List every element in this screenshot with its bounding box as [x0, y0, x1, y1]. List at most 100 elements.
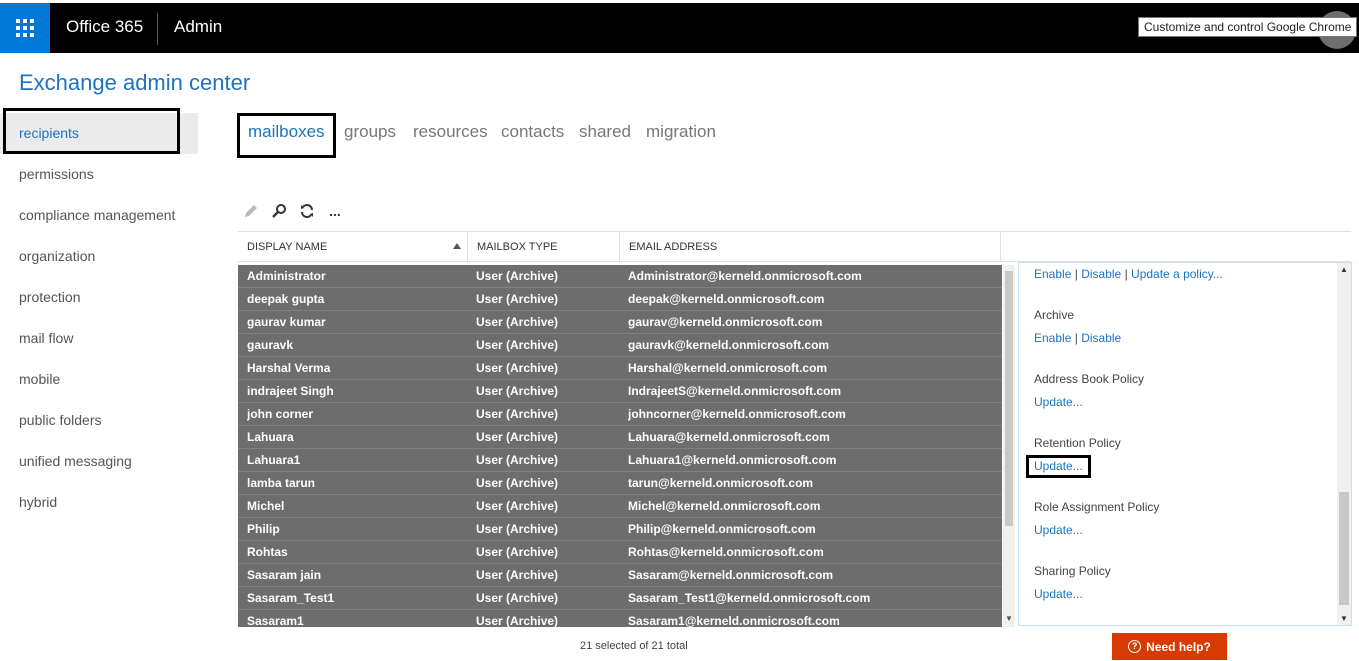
display-name-cell: deepak gupta	[247, 292, 325, 306]
email-address-cell: Philip@kerneld.onmicrosoft.com	[628, 522, 816, 536]
column-email-address[interactable]: EMAIL ADDRESS	[620, 232, 1001, 262]
details-pane: Enable | Disable | Update a policy... Ar…	[1018, 262, 1352, 626]
email-address-cell: Administrator@kerneld.onmicrosoft.com	[628, 269, 862, 283]
email-address-cell: IndrajeetS@kerneld.onmicrosoft.com	[628, 384, 842, 398]
sidebar-item-organization[interactable]: organization	[0, 236, 198, 277]
scroll-up-icon[interactable]: ▲	[1340, 265, 1348, 274]
sidebar-item-mobile[interactable]: mobile	[0, 359, 198, 400]
role-assignment-policy-label: Role Assignment Policy	[1034, 500, 1160, 514]
display-name-cell: Philip	[247, 522, 280, 536]
chrome-tooltip: Customize and control Google Chrome	[1138, 17, 1358, 37]
sidebar-item-permissions[interactable]: permissions	[0, 154, 198, 195]
selection-count: 21 selected of 21 total	[580, 640, 688, 652]
role-assignment-update-link[interactable]: Update...	[1034, 523, 1083, 537]
scroll-down-icon[interactable]: ▼	[1340, 614, 1348, 623]
mailbox-type-cell: User (Archive)	[476, 453, 559, 467]
top-bar: Office 365 Admin Customize and control G…	[0, 0, 1359, 53]
table-row[interactable]: john corner User (Archive) johncorner@kern…	[238, 403, 1002, 426]
email-address-cell: Sasaram@kerneld.onmicrosoft.com	[628, 568, 834, 582]
display-name-cell: lamba tarun	[247, 476, 316, 490]
table-scrollbar[interactable]: ▼	[1003, 265, 1015, 627]
enable-link[interactable]: Enable	[1034, 267, 1071, 281]
sidebar-item-recipients[interactable]: recipients	[0, 113, 198, 154]
mailbox-type-cell: User (Archive)	[476, 384, 559, 398]
search-icon[interactable]	[268, 200, 290, 222]
table-row[interactable]: Administrator User (Archive) Administrator…	[238, 265, 1002, 288]
display-name-cell: Michel	[247, 499, 285, 513]
table-row[interactable]: Rohtas User (Archive) Rohtas@kerneld.onmic…	[238, 541, 1002, 564]
table-row[interactable]: Lahuara User (Archive) Lahuara@kerneld.onm…	[238, 426, 1002, 449]
sidebar-item-protection[interactable]: protection	[0, 277, 198, 318]
mailbox-type-cell: User (Archive)	[476, 361, 559, 375]
details-scrollbar[interactable]: ▲ ▼	[1337, 263, 1351, 625]
archive-links: Enable | Disable	[1034, 331, 1121, 345]
mailbox-type-cell: User (Archive)	[476, 499, 559, 513]
email-address-cell: tarun@kerneld.onmicrosoft.com	[628, 476, 814, 490]
disable-link[interactable]: Disable	[1081, 267, 1121, 281]
display-name-cell: Lahuara	[247, 430, 294, 444]
sidebar-item-hybrid[interactable]: hybrid	[0, 482, 198, 523]
column-mailbox-type[interactable]: MAILBOX TYPE	[468, 232, 620, 262]
waffle-icon	[16, 19, 34, 37]
display-name-cell: Rohtas	[247, 545, 288, 559]
separator: |	[1074, 331, 1078, 345]
details-scrollbar-thumb[interactable]	[1339, 492, 1349, 605]
office365-brand[interactable]: Office 365	[66, 17, 143, 37]
mailbox-type-cell: User (Archive)	[476, 568, 559, 582]
tab-mailboxes[interactable]: mailboxes	[248, 122, 325, 142]
email-address-cell: Harshal@kerneld.onmicrosoft.com	[628, 361, 828, 375]
table-row[interactable]: Sasaram1 User (Archive) Sasaram1@kerneld.o…	[238, 610, 1002, 627]
display-name-cell: indrajeet Singh	[247, 384, 334, 398]
admin-link[interactable]: Admin	[174, 17, 222, 37]
scroll-down-icon[interactable]: ▼	[1005, 614, 1013, 623]
more-icon[interactable]: ...	[324, 200, 346, 222]
mailbox-type-cell: User (Archive)	[476, 292, 559, 306]
table-header: DISPLAY NAME MAILBOX TYPE EMAIL ADDRESS	[238, 231, 1351, 262]
pencil-icon[interactable]	[240, 200, 262, 222]
archive-disable-link[interactable]: Disable	[1081, 331, 1121, 345]
sharing-update-link[interactable]: Update...	[1034, 587, 1083, 601]
table-row[interactable]: indrajeet Singh User (Archive) IndrajeetS@…	[238, 380, 1002, 403]
table-row[interactable]: lamba tarun User (Archive) tarun@kerneld.o…	[238, 472, 1002, 495]
table-row[interactable]: Sasaram_Test1 User (Archive) Sasaram_Test1…	[238, 587, 1002, 610]
sidebar-item-unified-messaging[interactable]: unified messaging	[0, 441, 198, 482]
tab-groups[interactable]: groups	[344, 122, 396, 142]
need-help-label: Need help?	[1146, 639, 1211, 654]
need-help-button[interactable]: ? Need help?	[1112, 633, 1227, 660]
table-row[interactable]: Harshal Verma User (Archive) Harshal@kerne…	[238, 357, 1002, 380]
display-name-cell: Harshal Verma	[247, 361, 331, 375]
table-row[interactable]: Philip User (Archive) Philip@kerneld.onmic…	[238, 518, 1002, 541]
address-book-policy-label: Address Book Policy	[1034, 372, 1145, 386]
table-row[interactable]: gauravk User (Archive) gauravk@kerneld.onm…	[238, 334, 1002, 357]
help-icon: ?	[1128, 640, 1142, 653]
retention-update-link[interactable]: Update...	[1034, 459, 1083, 473]
email-address-cell: Lahuara1@kerneld.onmicrosoft.com	[628, 453, 837, 467]
table-row[interactable]: Sasaram jain User (Archive) Sasaram@kernel…	[238, 564, 1002, 587]
sidebar-item-public-folders[interactable]: public folders	[0, 400, 198, 441]
update-policy-link[interactable]: Update a policy...	[1131, 267, 1223, 281]
mailbox-type-cell: User (Archive)	[476, 338, 559, 352]
email-address-cell: Sasaram_Test1@kerneld.onmicrosoft.com	[628, 591, 871, 605]
app-launcher-button[interactable]	[0, 3, 50, 53]
address-book-update-link[interactable]: Update...	[1034, 395, 1083, 409]
table-row[interactable]: Michel User (Archive) Michel@kerneld.onmic…	[238, 495, 1002, 518]
display-name-cell: Sasaram1	[247, 614, 304, 627]
page-title: Exchange admin center	[19, 70, 251, 95]
tab-resources[interactable]: resources	[413, 122, 488, 142]
table-row[interactable]: gaurav kumar User (Archive) gaurav@kerneld…	[238, 311, 1002, 334]
email-address-cell: Michel@kerneld.onmicrosoft.com	[628, 499, 821, 513]
toolbar: ...	[240, 200, 352, 222]
sidebar-item-mail-flow[interactable]: mail flow	[0, 318, 198, 359]
tab-migration[interactable]: migration	[646, 122, 716, 142]
sidebar-item-compliance-management[interactable]: compliance management	[0, 195, 198, 236]
tab-shared[interactable]: shared	[579, 122, 631, 142]
archive-enable-link[interactable]: Enable	[1034, 331, 1071, 345]
archive-label: Archive	[1034, 308, 1075, 322]
tab-contacts[interactable]: contacts	[501, 122, 564, 142]
refresh-icon[interactable]	[296, 200, 318, 222]
table-row[interactable]: deepak gupta User (Archive) deepak@kerneld…	[238, 288, 1002, 311]
mailbox-type-cell: User (Archive)	[476, 269, 559, 283]
table-scrollbar-thumb[interactable]	[1005, 271, 1013, 526]
column-display-name[interactable]: DISPLAY NAME	[238, 232, 468, 262]
table-row[interactable]: Lahuara1 User (Archive) Lahuara1@kerneld.o…	[238, 449, 1002, 472]
